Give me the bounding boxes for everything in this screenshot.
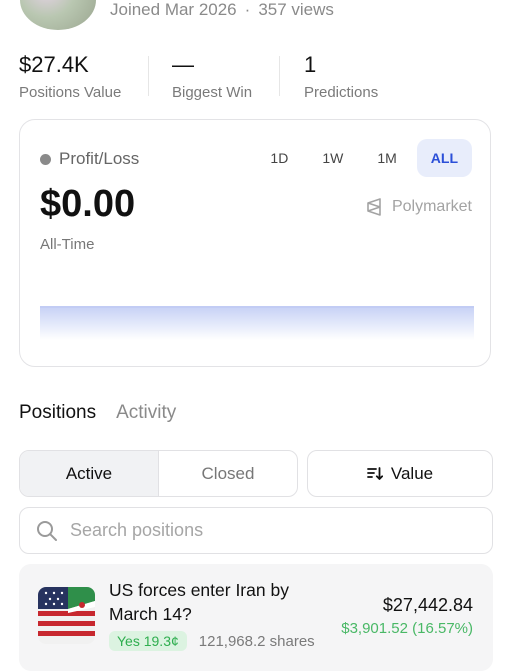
stat-positions-value: $27.4K Positions Value bbox=[19, 50, 121, 101]
stat-predictions: 1 Predictions bbox=[304, 50, 378, 101]
stat-label: Biggest Win bbox=[172, 84, 253, 101]
sort-icon bbox=[366, 466, 383, 480]
polymarket-logo-icon bbox=[367, 198, 381, 216]
status-dot bbox=[40, 153, 51, 165]
stat-biggest-win: — Biggest Win bbox=[172, 50, 252, 101]
profit-loss-amount: $0.00 bbox=[40, 183, 136, 225]
status-filter: Active Closed bbox=[19, 450, 298, 497]
stat-value: $27.4K bbox=[19, 52, 89, 77]
sort-label: Value bbox=[390, 463, 434, 483]
brand-label: Polymarket bbox=[391, 198, 472, 215]
profile-meta: Joined Mar 2026 · 357 views bbox=[110, 0, 334, 20]
profit-loss-header: Profit/Loss bbox=[40, 149, 139, 169]
range-tab-1m[interactable]: 1M bbox=[363, 139, 410, 177]
polymarket-brand: Polymarket bbox=[366, 198, 472, 216]
profit-loss-card: Profit/Loss 1D 1W 1M ALL $0.00 All-Time … bbox=[19, 119, 491, 367]
profile-stats: $27.4K Positions Value — Biggest Win 1 P… bbox=[0, 50, 512, 101]
position-value: $27,442.84 bbox=[382, 595, 473, 615]
joined-date: Joined Mar 2026 bbox=[110, 0, 237, 19]
position-meta: Yes 19.3¢ 121,968.2 shares bbox=[109, 631, 315, 651]
range-tab-all[interactable]: ALL bbox=[416, 139, 472, 177]
range-tab-1w[interactable]: 1W bbox=[308, 139, 357, 177]
divider bbox=[279, 56, 280, 96]
market-thumbnail bbox=[38, 587, 95, 644]
tab-positions[interactable]: Positions bbox=[19, 402, 96, 424]
tab-activity[interactable]: Activity bbox=[116, 402, 176, 424]
filter-closed-button[interactable]: Closed bbox=[159, 451, 297, 496]
stat-value: — bbox=[172, 52, 194, 77]
market-title: US forces enter Iran by March 14? bbox=[109, 580, 289, 624]
range-tab-1d[interactable]: 1D bbox=[256, 139, 302, 177]
views-count: 357 views bbox=[258, 0, 334, 19]
stat-label: Predictions bbox=[304, 84, 379, 101]
position-card[interactable]: US forces enter Iran by March 14? Yes 19… bbox=[19, 564, 493, 671]
meta-separator: · bbox=[244, 0, 251, 19]
time-range-tabs: 1D 1W 1M ALL bbox=[250, 139, 472, 177]
search-input[interactable] bbox=[68, 519, 472, 542]
filter-active-button[interactable]: Active bbox=[20, 451, 159, 496]
share-count: 121,968.2 shares bbox=[198, 632, 315, 650]
avatar[interactable] bbox=[20, 0, 96, 30]
outcome-badge: Yes 19.3¢ bbox=[109, 631, 187, 651]
divider bbox=[148, 56, 149, 96]
profit-loss-title: Profit/Loss bbox=[59, 149, 140, 168]
profit-loss-chart bbox=[40, 306, 474, 340]
position-pnl: $3,901.52 (16.57%) bbox=[341, 620, 473, 637]
section-tabs: Positions Activity bbox=[19, 402, 196, 424]
sort-value-button[interactable]: Value bbox=[307, 450, 493, 497]
profit-loss-period: All-Time bbox=[40, 236, 95, 253]
stat-label: Positions Value bbox=[19, 84, 122, 101]
stat-value: 1 bbox=[304, 52, 317, 77]
search-icon bbox=[37, 520, 57, 541]
search-bar bbox=[19, 507, 493, 554]
